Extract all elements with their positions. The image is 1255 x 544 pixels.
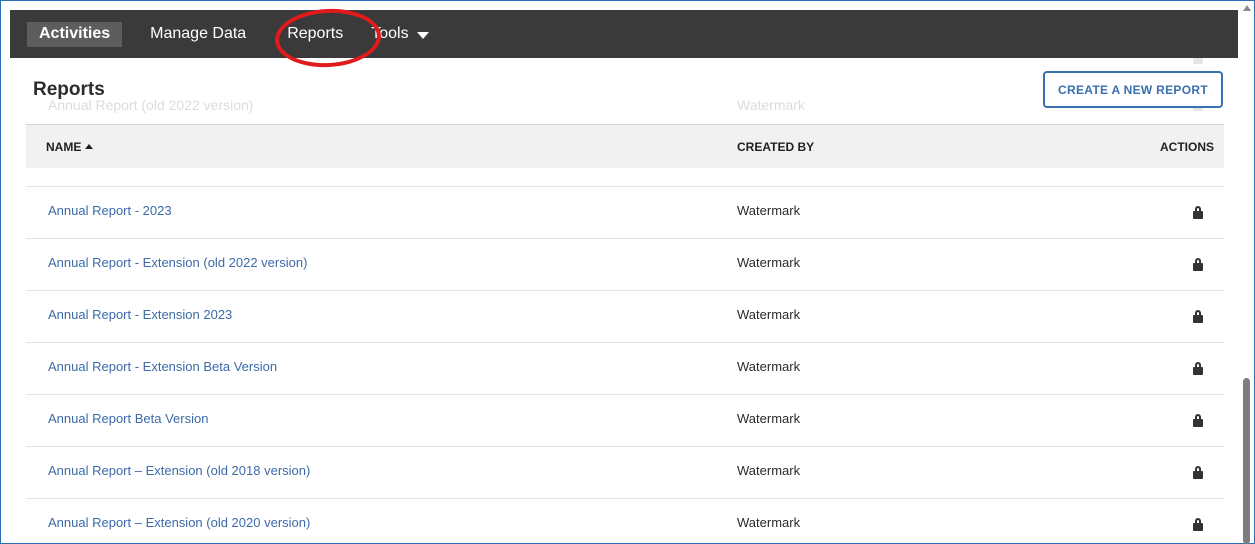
ghost-creator: Watermark (737, 97, 805, 113)
col-created-by-header[interactable]: CREATED BY (737, 140, 814, 154)
report-creator: Watermark (737, 515, 801, 530)
report-name-link[interactable]: Annual Report – Extension (old 2018 vers… (48, 463, 310, 478)
report-creator: Watermark (737, 359, 801, 374)
nav-activities[interactable]: Activities (27, 21, 123, 47)
report-name-link[interactable]: Annual Report - Extension 2023 (48, 307, 232, 322)
chevron-down-icon (416, 31, 429, 39)
report-name-link[interactable]: Annual Report - 2023 (48, 203, 172, 218)
lock-icon (1193, 206, 1203, 220)
report-name-link[interactable]: Annual Report – Extension (old 2020 vers… (48, 515, 310, 530)
table-row: Annual Report – Extension (old 2020 vers… (26, 498, 1224, 542)
lock-icon (1193, 414, 1203, 428)
nav-manage-data[interactable]: Manage Data (136, 19, 260, 49)
lock-icon (1193, 518, 1203, 532)
table-row: Annual Report - Extension 2023 Watermark (26, 290, 1224, 342)
col-actions-header: ACTIONS (1160, 140, 1214, 154)
ghost-lock-icon (1193, 58, 1203, 64)
top-nav: Activities Manage Data Reports Tools (10, 10, 1238, 58)
col-name-label: NAME (46, 140, 82, 154)
table-row: Annual Report – Extension (old 2018 vers… (26, 446, 1224, 498)
table-row: Annual Report - 2023 Watermark (26, 186, 1224, 238)
table-header: NAME CREATED BY ACTIONS (26, 124, 1224, 168)
report-creator: Watermark (737, 255, 801, 270)
report-name-link[interactable]: Annual Report Beta Version (48, 411, 208, 426)
lock-icon (1193, 362, 1203, 376)
table-row: Annual Report Beta Version Watermark (26, 394, 1224, 446)
page-title: Reports (33, 79, 105, 100)
sort-ascending-icon (85, 144, 94, 149)
lock-icon (1193, 258, 1203, 272)
lock-icon (1193, 466, 1203, 480)
lock-icon (1193, 310, 1203, 324)
report-creator: Watermark (737, 463, 801, 478)
report-creator: Watermark (737, 411, 801, 426)
scroll-up-arrow-icon[interactable] (1243, 5, 1251, 11)
create-report-button[interactable]: CREATE A NEW REPORT (1043, 71, 1223, 108)
report-name-link[interactable]: Annual Report - Extension (old 2022 vers… (48, 255, 307, 270)
report-creator: Watermark (737, 307, 801, 322)
vertical-scrollbar-thumb[interactable] (1243, 378, 1250, 544)
col-name-header[interactable]: NAME (46, 140, 94, 154)
report-name-link[interactable]: Annual Report - Extension Beta Version (48, 359, 277, 374)
report-creator: Watermark (737, 203, 801, 218)
table-row: Annual Report - Extension (old 2022 vers… (26, 238, 1224, 290)
table-row: Annual Report - Extension Beta Version W… (26, 342, 1224, 394)
